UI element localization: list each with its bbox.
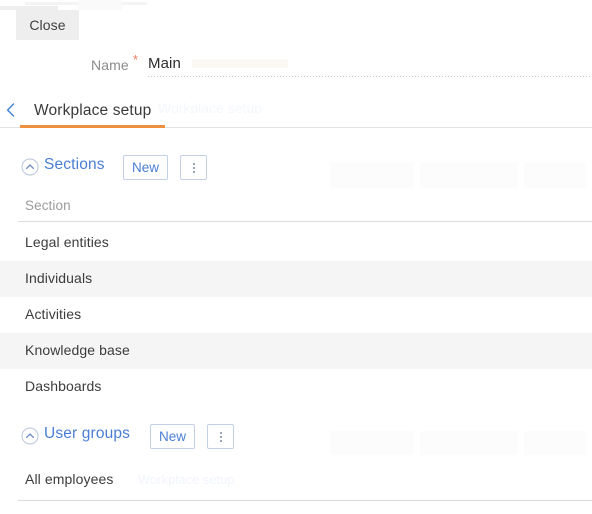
ghost-block-6: [524, 431, 586, 455]
section-name-cell: Individuals: [25, 270, 93, 286]
kebab-menu-icon: [192, 162, 195, 173]
sections-header-rule: [18, 221, 592, 222]
section-name-cell: Legal entities: [25, 234, 109, 250]
close-button[interactable]: Close: [16, 10, 79, 40]
ghost-bar-3: [78, 0, 122, 10]
sections-grid-header: Section: [0, 194, 592, 222]
chevron-left-icon: [6, 103, 14, 117]
ghost-block-5: [420, 431, 518, 455]
section-name-cell: Activities: [25, 306, 82, 322]
ghost-block-3: [524, 162, 586, 188]
back-button[interactable]: [0, 99, 20, 121]
chevron-up-circle-icon: [21, 158, 39, 176]
tab-bar: Workplace setup Workplace setup: [0, 95, 592, 128]
user-groups-panel-title[interactable]: User groups: [44, 425, 130, 443]
user-groups-more-button[interactable]: [207, 424, 234, 449]
name-input[interactable]: [148, 52, 588, 75]
name-field-underline: [148, 76, 592, 77]
kebab-menu-icon: [219, 431, 222, 442]
table-row[interactable]: Dashboards: [0, 369, 592, 405]
sections-panel-header: Sections New: [0, 152, 592, 188]
table-row[interactable]: Activities: [0, 297, 592, 333]
table-row[interactable]: Individuals: [0, 261, 592, 297]
name-field-row: Name *: [0, 52, 592, 80]
user-groups-row-rule: [18, 500, 592, 501]
list-item[interactable]: All employees Workplace setup: [0, 462, 592, 498]
ghost-block-4: [330, 431, 414, 455]
user-group-name-cell: All employees: [25, 471, 114, 487]
table-row[interactable]: Legal entities: [0, 225, 592, 261]
tab-ghost-text: Workplace setup: [158, 100, 263, 114]
tab-workplace-setup[interactable]: Workplace setup: [20, 95, 165, 127]
name-field-label: Name: [91, 57, 129, 73]
user-groups-new-button[interactable]: New: [150, 424, 195, 449]
table-row[interactable]: Knowledge base: [0, 333, 592, 369]
sections-more-button[interactable]: [180, 155, 207, 180]
section-name-cell: Dashboards: [25, 378, 102, 394]
sections-panel-title[interactable]: Sections: [44, 156, 105, 174]
tab-active-indicator: [20, 125, 165, 128]
tab-workplace-setup-label: Workplace setup: [34, 102, 152, 119]
sections-collapse-toggle[interactable]: [21, 158, 39, 176]
sections-new-button[interactable]: New: [123, 155, 168, 180]
user-groups-panel-header: User groups New: [0, 421, 592, 455]
section-name-cell: Knowledge base: [25, 342, 130, 358]
ghost-block-1: [330, 162, 414, 188]
user-groups-collapse-toggle[interactable]: [21, 427, 39, 445]
sections-column-header-section: Section: [25, 198, 71, 213]
ghost-block-2: [420, 162, 518, 188]
user-groups-ghost-text: Workplace setup: [138, 472, 235, 487]
chevron-up-circle-icon: [21, 427, 39, 445]
top-ghost-strip: [0, 0, 592, 10]
required-asterisk-icon: *: [133, 52, 139, 67]
